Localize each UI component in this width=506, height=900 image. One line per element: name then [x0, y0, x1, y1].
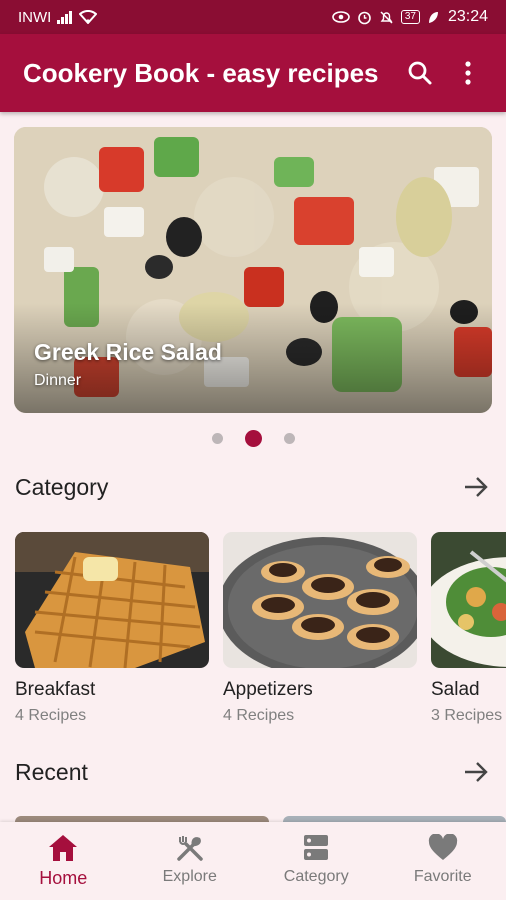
category-icon: [304, 835, 329, 860]
heart-icon: [428, 834, 457, 860]
nav-home-label: Home: [39, 868, 88, 888]
category-section-header: Category: [15, 472, 491, 502]
status-bar: INWI 37 23:24: [0, 0, 506, 34]
nav-explore[interactable]: Explore: [127, 822, 254, 900]
app-bar: Cookery Book - easy recipes: [0, 34, 506, 112]
featured-recipe-category: Dinner: [34, 372, 82, 389]
category-count: 4 Recipes: [223, 707, 295, 724]
carousel-dot[interactable]: [283, 433, 295, 444]
carousel-dot[interactable]: [211, 433, 223, 444]
category-count: 4 Recipes: [15, 707, 87, 724]
bottom-navigation: Home Explore Category Favorite: [0, 822, 506, 900]
nav-favorite[interactable]: Favorite: [380, 822, 506, 900]
nav-category[interactable]: Category: [253, 822, 380, 900]
category-count: 3 Recipes: [431, 707, 503, 724]
category-card-salad[interactable]: Salad 3 Recipes: [431, 532, 506, 725]
search-button[interactable]: [400, 53, 440, 93]
clock-time: 23:24: [447, 8, 488, 25]
featured-recipe-card[interactable]: Greek Rice Salad Dinner: [14, 127, 492, 413]
category-card-breakfast[interactable]: Breakfast 4 Recipes: [15, 532, 209, 725]
carousel-dot-active[interactable]: [244, 430, 262, 447]
category-card-appetizers[interactable]: Appetizers 4 Recipes: [223, 532, 417, 725]
search-icon: [408, 61, 432, 85]
mute-bell-icon: [379, 10, 394, 25]
featured-recipe-name: Greek Rice Salad: [34, 339, 222, 365]
eye-icon: [332, 11, 350, 23]
category-thumbnail: [431, 532, 506, 668]
category-thumbnail: [15, 532, 209, 668]
more-options-button[interactable]: [448, 53, 488, 93]
carousel-indicator: [0, 430, 506, 447]
nav-explore-label: Explore: [162, 868, 217, 885]
recent-section-header: Recent: [15, 757, 491, 787]
more-vert-icon: [465, 61, 471, 85]
wifi-icon: [79, 10, 98, 24]
category-thumbnail: [223, 532, 417, 668]
nav-home[interactable]: Home: [0, 822, 127, 900]
signal-icon: [57, 10, 73, 24]
recent-see-all-button[interactable]: [461, 757, 491, 787]
nav-category-label: Category: [283, 868, 349, 885]
battery-icon: 37: [400, 10, 420, 24]
leaf-icon: [427, 11, 439, 24]
category-name: Breakfast: [15, 679, 96, 700]
category-section-title: Category: [15, 473, 109, 500]
home-icon: [49, 835, 78, 861]
category-list: Breakfast 4 Recipes Appetizers 4 Recipes…: [15, 532, 506, 732]
alarm-icon: [357, 10, 372, 25]
category-name: Salad: [431, 679, 480, 700]
category-see-all-button[interactable]: [461, 472, 491, 502]
arrow-right-icon: [465, 762, 488, 782]
app-title: Cookery Book - easy recipes: [23, 57, 379, 88]
recent-section-title: Recent: [15, 758, 88, 785]
category-name: Appetizers: [223, 679, 313, 700]
nav-favorite-label: Favorite: [413, 868, 472, 885]
carrier-label: INWI: [18, 8, 52, 26]
fork-knife-icon: [177, 836, 203, 861]
arrow-right-icon: [465, 477, 488, 497]
